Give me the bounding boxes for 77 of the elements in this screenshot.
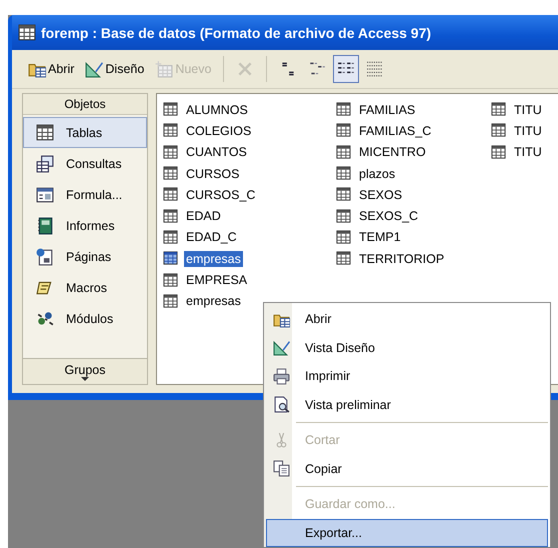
table-icon	[163, 294, 178, 309]
report-icon	[36, 216, 54, 234]
sidebar-item[interactable]: Macros	[23, 272, 147, 303]
toolbar-button[interactable]: Diseño	[81, 55, 148, 83]
table-item[interactable]: TITU	[512, 144, 544, 160]
table-item[interactable]: SEXOS_C	[357, 208, 420, 224]
table-icon	[163, 272, 178, 288]
table-item[interactable]: TEMP1	[357, 229, 403, 246]
table-icon	[336, 187, 351, 202]
table-item[interactable]: EDAD	[184, 208, 223, 224]
table-item[interactable]: TITU	[512, 122, 544, 139]
menu-item[interactable]: Imprimir	[266, 362, 548, 390]
table-item[interactable]: CURSOS_C	[184, 186, 258, 203]
table-icon	[336, 123, 351, 138]
details-view-icon	[366, 60, 384, 78]
table-item[interactable]: empresas	[184, 250, 243, 267]
menu-item[interactable]: Vista Diseño	[266, 334, 548, 362]
web-page-icon	[36, 248, 54, 266]
menu-item[interactable]: Abrir	[266, 305, 548, 334]
table-item[interactable]: ALUMNOS	[184, 102, 250, 118]
table-icon	[163, 251, 178, 266]
sidebar-item[interactable]: Formula...	[23, 179, 147, 210]
toolbar-button[interactable]: Abrir	[24, 55, 78, 83]
table-item[interactable]: SEXOS	[357, 186, 404, 203]
sidebar-item[interactable]: Informes	[23, 210, 147, 241]
table-icon	[163, 123, 178, 138]
table-item[interactable]: FAMILIAS	[357, 102, 418, 118]
table-icon	[491, 144, 506, 160]
ruler-pencil-icon	[272, 339, 290, 356]
window-title: foremp : Base de datos (Formato de archivo de Access 97)	[41, 24, 432, 40]
delete-icon	[236, 60, 254, 78]
view-button[interactable]	[333, 55, 360, 83]
table-item[interactable]: FAMILIAS_C	[357, 122, 434, 139]
table-icon	[491, 102, 506, 118]
table-icon	[336, 230, 351, 245]
table-icon	[336, 102, 351, 118]
table-icon	[163, 144, 178, 160]
table-icon	[336, 251, 351, 266]
query-icon	[36, 154, 54, 172]
table-icon	[163, 208, 178, 224]
sidebar-item[interactable]: Módulos	[23, 303, 147, 334]
table-icon	[336, 166, 351, 182]
table-icon	[163, 230, 178, 245]
table-item[interactable]: TERRITORIOP	[357, 250, 446, 267]
sidebar-item[interactable]: Consultas	[23, 148, 147, 179]
table-item[interactable]: CURSOS	[184, 166, 242, 182]
table-icon	[491, 123, 506, 138]
new-table-icon	[155, 60, 174, 78]
menu-item[interactable]: Copiar	[266, 454, 548, 483]
menu-item[interactable]: Exportar...	[266, 518, 548, 547]
table-item[interactable]: EDAD_C	[184, 229, 239, 246]
app-icon	[18, 24, 36, 42]
table-item[interactable]: MICENTRO	[357, 144, 428, 160]
table-item[interactable]: COLEGIOS	[184, 122, 254, 139]
table-item[interactable]: EMPRESA	[184, 272, 250, 288]
sidebar-header[interactable]: Objetos	[23, 94, 147, 115]
table-icon	[336, 208, 351, 224]
sidebar-item[interactable]: Páginas	[23, 241, 147, 272]
table-item[interactable]: empresas	[184, 293, 243, 310]
table-item[interactable]: TITU	[512, 102, 544, 118]
groups-header[interactable]: Grupos	[64, 363, 106, 377]
table-icon	[336, 144, 351, 160]
table-icon	[36, 124, 54, 142]
form-icon	[36, 186, 54, 204]
table-item[interactable]: CUANTOS	[184, 144, 249, 160]
table-icon	[163, 166, 178, 182]
printer-icon	[272, 368, 290, 385]
ruler-pencil-icon	[85, 60, 104, 78]
sidebar-item[interactable]: Tablas	[23, 117, 147, 148]
menu-item[interactable]: Vista preliminar	[266, 390, 548, 419]
module-icon	[36, 310, 54, 328]
table-icon	[163, 102, 178, 118]
down-arrow-icon[interactable]	[81, 377, 89, 382]
magnifier-page-icon	[272, 396, 290, 414]
table-icon	[163, 187, 178, 202]
copy-icon	[272, 460, 290, 478]
table-item[interactable]: plazos	[357, 166, 398, 182]
